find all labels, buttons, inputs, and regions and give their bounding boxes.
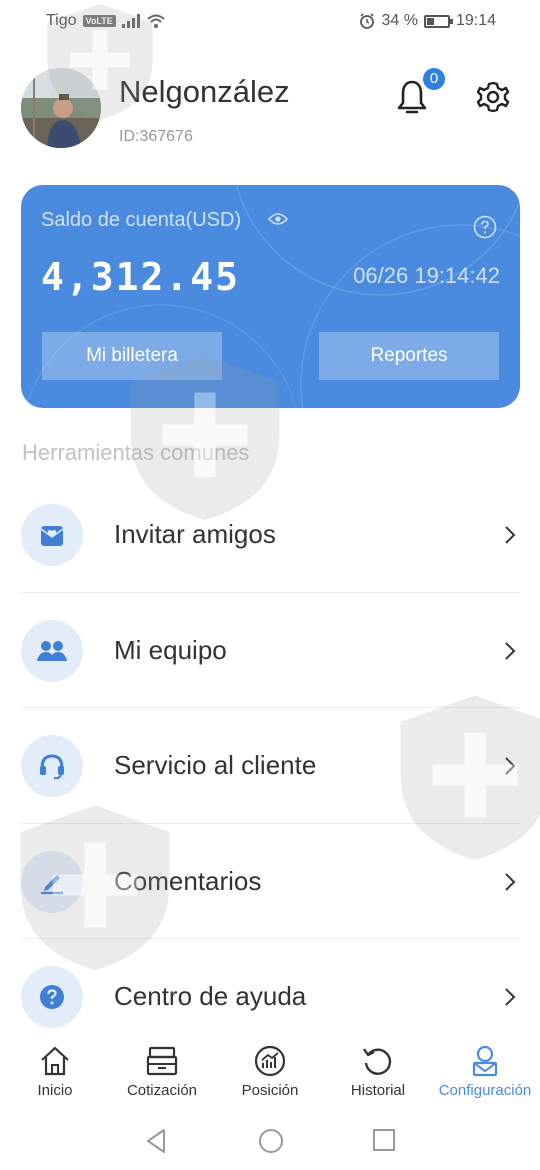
status-bar: Tigo VoLTE 34 % 19:14 — [0, 0, 540, 42]
nav-home[interactable]: Inicio — [0, 1038, 110, 1114]
list-item-label: Comentarios — [114, 865, 262, 896]
balance-value: 4,312.45 — [41, 255, 241, 299]
chevron-right-icon — [505, 641, 516, 660]
list-item-comments[interactable]: Comentarios — [0, 824, 540, 940]
register-icon — [146, 1046, 178, 1076]
nav-settings[interactable]: Configuración — [430, 1038, 540, 1114]
nav-label: Cotización — [126, 1082, 198, 1099]
nav-quotes[interactable]: Cotización — [107, 1038, 217, 1114]
wifi-icon — [147, 14, 165, 28]
balance-label: Saldo de cuenta(USD) — [41, 209, 242, 231]
carrier-name: Tigo — [46, 12, 77, 29]
battery-icon — [423, 14, 453, 28]
notification-badge: 0 — [423, 68, 445, 90]
recents-icon[interactable] — [372, 1128, 396, 1152]
tools-list: Invitar amigos Mi equipo Servicio al cli… — [0, 477, 540, 1055]
headset-icon — [21, 735, 83, 797]
clock: 19:14 — [455, 12, 496, 29]
nav-label: Historial — [350, 1082, 406, 1099]
home-icon — [41, 1046, 69, 1076]
history-icon — [363, 1048, 392, 1075]
status-left: Tigo VoLTE — [46, 12, 166, 30]
list-item-label: Mi equipo — [114, 634, 227, 665]
battery-level — [426, 17, 434, 25]
question-icon[interactable] — [473, 215, 497, 239]
account-balance-card: Saldo de cuenta(USD) 4,312.45 06/26 19:1… — [21, 185, 520, 408]
chevron-right-icon — [505, 757, 516, 775]
nav-history[interactable]: Historial — [323, 1038, 433, 1114]
bell-icon[interactable] — [396, 78, 428, 118]
profile-header: Nelgonzález ID:367676 0 — [0, 60, 540, 160]
list-item-customer-service[interactable]: Servicio al cliente — [0, 708, 540, 824]
list-item-label: Servicio al cliente — [114, 750, 317, 780]
chevron-right-icon — [505, 988, 516, 1006]
gear-icon[interactable] — [474, 78, 512, 116]
nav-label: Inicio — [37, 1082, 73, 1099]
signal-icon — [121, 14, 140, 28]
back-icon[interactable] — [144, 1128, 168, 1154]
invite-icon — [21, 504, 83, 566]
battery-percent: 34 % — [381, 12, 418, 29]
list-item-my-team[interactable]: Mi equipo — [0, 593, 540, 709]
bottom-navigation: Inicio Cotización Posición Historial Con… — [0, 1038, 540, 1114]
eye-icon[interactable] — [268, 212, 288, 226]
list-item-invite-friends[interactable]: Invitar amigos — [0, 477, 540, 593]
volte-badge: VoLTE — [82, 15, 116, 27]
pencil-icon — [21, 850, 83, 913]
reports-button[interactable]: Reportes — [319, 332, 499, 380]
nav-position[interactable]: Posición — [215, 1038, 325, 1114]
chevron-right-icon — [505, 872, 516, 891]
nav-label: Posición — [241, 1082, 299, 1099]
home-circle-icon[interactable] — [258, 1128, 284, 1154]
username: Nelgonzález — [119, 74, 290, 109]
wallet-button[interactable]: Mi billetera — [42, 332, 222, 380]
team-icon — [21, 619, 83, 682]
system-navigation — [0, 1114, 540, 1170]
nav-label: Configuración — [438, 1082, 532, 1099]
help-circle-icon — [21, 966, 83, 1028]
chart-icon — [254, 1045, 286, 1077]
balance-timestamp: 06/26 19:14:42 — [353, 263, 500, 288]
list-item-label: Centro de ayuda — [114, 981, 307, 1011]
list-item-label: Invitar amigos — [114, 519, 276, 549]
chevron-right-icon — [505, 526, 516, 544]
avatar[interactable] — [21, 68, 101, 148]
section-title: Herramientas comunes — [22, 440, 250, 465]
alarm-icon — [360, 13, 375, 29]
avatar-photo — [21, 68, 101, 148]
status-right: 34 % 19:14 — [359, 12, 496, 30]
profile-icon — [472, 1045, 498, 1077]
user-id: ID:367676 — [119, 128, 193, 145]
